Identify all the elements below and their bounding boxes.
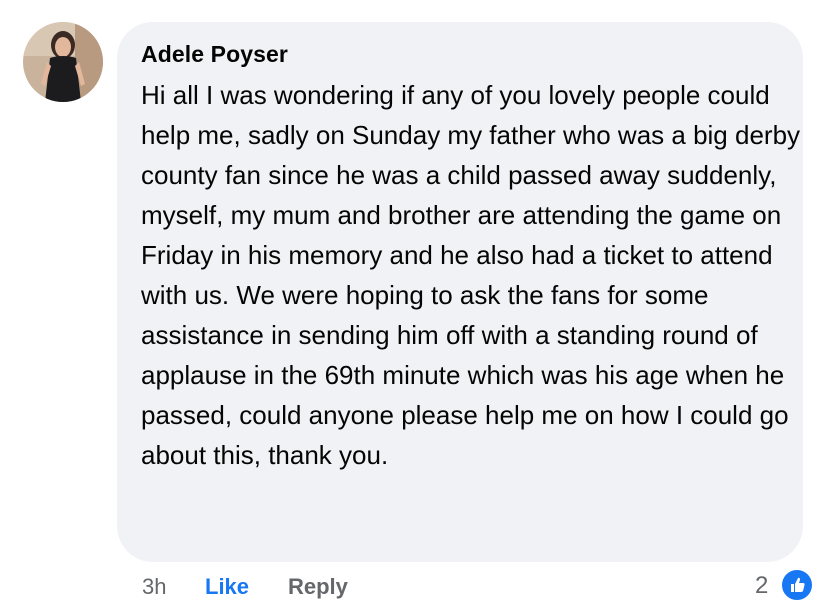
comment: Adele Poyser Hi all I was wondering if a…	[0, 0, 828, 602]
timestamp[interactable]: 3h	[142, 574, 166, 600]
like-button[interactable]: Like	[205, 574, 249, 600]
reply-button[interactable]: Reply	[288, 574, 348, 600]
comment-text: Hi all I was wondering if any of you lov…	[141, 80, 801, 470]
avatar[interactable]	[23, 22, 103, 102]
thumbs-up-icon[interactable]	[780, 568, 814, 602]
profile-photo	[23, 22, 103, 102]
author-name[interactable]: Adele Poyser	[141, 41, 288, 68]
reaction-count[interactable]: 2	[755, 572, 768, 600]
comment-bubble: Adele Poyser Hi all I was wondering if a…	[117, 22, 803, 562]
